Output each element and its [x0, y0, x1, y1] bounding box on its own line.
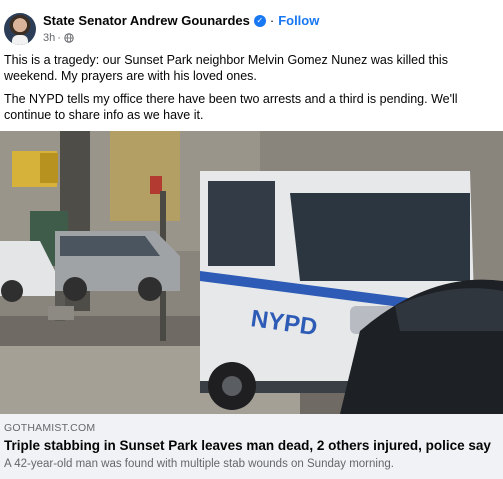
post-paragraph-1: This is a tragedy: our Sunset Park neigh… [4, 53, 448, 83]
post-body: This is a tragedy: our Sunset Park neigh… [4, 52, 500, 130]
link-domain: GOTHAMIST.COM [4, 422, 96, 434]
separator: · [269, 13, 275, 28]
avatar-shirt [12, 35, 28, 45]
verified-badge-icon: ✓ [253, 14, 266, 27]
post-paragraph-2: The NYPD tells my office there have been… [4, 92, 458, 122]
link-preview-image[interactable]: NYPD [0, 131, 503, 414]
post-meta: 3h · [43, 32, 74, 44]
link-preview-info[interactable]: GOTHAMIST.COM Triple stabbing in Sunset … [0, 414, 503, 479]
globe-icon [64, 33, 74, 43]
link-description: A 42-year-old man was found with multipl… [4, 458, 394, 470]
link-title[interactable]: Triple stabbing in Sunset Park leaves ma… [4, 438, 491, 453]
post-timestamp[interactable]: 3h [43, 32, 55, 44]
police-van-photo: NYPD [0, 131, 503, 414]
meta-separator: · [57, 32, 61, 44]
author-row: State Senator Andrew Gounardes ✓ · Follo… [43, 13, 319, 28]
author-name[interactable]: State Senator Andrew Gounardes [43, 13, 250, 28]
post-header: State Senator Andrew Gounardes ✓ · Follo… [0, 0, 503, 52]
author-avatar[interactable] [4, 13, 36, 45]
follow-button[interactable]: Follow [278, 13, 319, 28]
